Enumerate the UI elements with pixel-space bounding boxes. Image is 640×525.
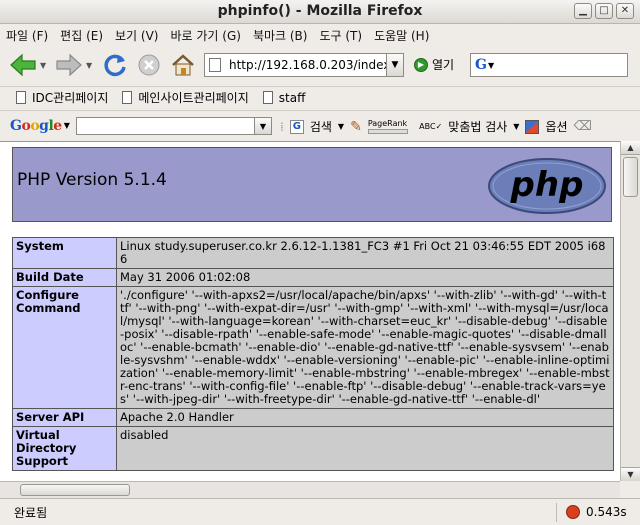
url-input[interactable] [229,58,389,72]
highlight-icon[interactable]: ✎ [350,119,362,135]
table-row: System Linux study.superuser.co.kr 2.6.1… [12,237,614,269]
pagerank-indicator: PageRank [367,119,413,134]
navigation-toolbar: ▼ ▼ ▼ ▶ 열기 G ▼ [0,46,640,84]
options-icon [525,119,540,134]
go-arrow-icon: ▶ [414,57,428,72]
pagerank-bar [367,128,408,134]
bookmark-page-icon [122,91,133,104]
firebug-icon[interactable] [566,505,580,519]
menu-file[interactable]: 파일 (F) [6,27,48,44]
page-content[interactable]: PHP Version 5.1.4 php System Linux study… [0,141,620,498]
maximize-button[interactable]: □ [595,3,613,19]
search-options-dropdown-icon[interactable]: ▼ [338,122,344,131]
scroll-up-icon[interactable]: ▲ [621,141,640,155]
go-label: 열기 [432,58,455,72]
menu-help[interactable]: 도움말 (H) [374,27,429,44]
spellcheck-icon: ABC✓ [419,122,443,131]
page-load-time: 0.543s [586,505,627,519]
bookmark-item[interactable]: staff [262,91,305,105]
reload-icon [104,54,126,77]
url-dropdown-button[interactable]: ▼ [386,53,404,77]
info-value: './configure' '--with-apxs2=/usr/local/a… [116,286,614,409]
menu-tools[interactable]: 도구 (T) [319,27,362,44]
info-key: Server API [12,408,117,427]
vertical-scrollbar[interactable]: ▲ ▼ [620,141,640,481]
php-logo: php [488,158,606,214]
go-button[interactable]: ▶ 열기 [414,56,454,73]
vertical-scroll-thumb[interactable] [623,157,638,197]
google-search-input[interactable] [76,117,272,135]
info-key: Virtual Directory Support [12,426,117,471]
table-row: Configure Command './configure' '--with-… [12,286,614,409]
info-key: Configure Command [12,286,117,409]
google-toolbar: Google ▼ ▼ ⁞ G 검색 ▼ ✎ PageRank ABC✓ 맞춤법 … [0,110,640,140]
url-bar[interactable] [204,53,404,77]
page-document-icon [209,58,221,72]
status-bar: 완료됨 0.543s [0,498,640,525]
info-value: Linux study.superuser.co.kr 2.6.12-1.138… [116,237,614,269]
toolbar-grip-icon: ⁞ [280,119,284,134]
google-tools: ⁞ G 검색 ▼ ✎ PageRank ABC✓ 맞춤법 검사 ▼ 옵션 ⌫ [280,118,598,135]
search-engine-icon[interactable]: G [475,57,487,73]
php-info-table: System Linux study.superuser.co.kr 2.6.1… [12,237,614,471]
php-version-header: PHP Version 5.1.4 php [12,147,612,222]
menu-edit[interactable]: 편집 (E) [60,27,103,44]
scrollbar-corner [620,481,640,498]
back-arrow-icon [10,53,36,77]
home-icon [172,54,194,76]
scroll-down-icon[interactable]: ▼ [621,467,640,481]
window-title: phpinfo() - Mozilla Firefox [217,3,423,19]
bookmark-item[interactable]: 메인사이트관리페이지 [122,89,249,106]
back-button[interactable] [6,49,40,81]
info-value: Apache 2.0 Handler [116,408,614,427]
bookmark-item[interactable]: IDC관리페이지 [16,89,108,106]
spellcheck-dropdown-icon[interactable]: ▼ [513,122,519,131]
bookmark-page-icon [16,91,26,104]
google-logo[interactable]: Google [10,118,62,134]
google-search-icon[interactable]: G [289,119,304,134]
search-bar[interactable]: G ▼ [470,53,628,77]
status-extension[interactable]: 0.543s [566,505,627,519]
status-text: 완료됨 [14,505,48,520]
google-search-dropdown-button[interactable]: ▼ [254,117,272,135]
search-engine-dropdown-icon[interactable]: ▼ [488,61,494,70]
options-button[interactable]: 옵션 [545,118,567,135]
menu-bookmarks[interactable]: 북마크 (B) [253,27,308,44]
home-button[interactable] [166,49,200,81]
forward-arrow-icon [56,53,82,77]
menu-bar: 파일 (F) 편집 (E) 보기 (V) 바로 가기 (G) 북마크 (B) 도… [0,24,640,46]
forward-button[interactable] [52,49,86,81]
horizontal-scroll-thumb[interactable] [20,484,130,496]
horizontal-scrollbar[interactable] [0,481,620,498]
google-menu-dropdown-icon[interactable]: ▼ [64,121,70,130]
info-value: disabled [116,426,614,471]
menu-go[interactable]: 바로 가기 (G) [170,27,240,44]
window-controls: ▁ □ ✕ [574,3,634,19]
google-search-button[interactable]: 검색 [310,118,332,135]
spellcheck-button[interactable]: 맞춤법 검사 [448,118,507,135]
php-version-title: PHP Version 5.1.4 [17,170,167,190]
table-row: Build Date May 31 2006 01:02:08 [12,268,614,287]
stop-icon [138,54,160,76]
close-button[interactable]: ✕ [616,3,634,19]
php-logo-text: php [510,165,584,205]
forward-history-dropdown-icon[interactable]: ▼ [86,61,94,70]
title-bar: phpinfo() - Mozilla Firefox ▁ □ ✕ [0,0,640,24]
table-row: Virtual Directory Support disabled [12,426,614,471]
bookmarks-toolbar: IDC관리페이지 메인사이트관리페이지 staff [0,86,640,108]
stop-button[interactable] [132,49,166,81]
reload-button[interactable] [98,49,132,81]
minimize-button[interactable]: ▁ [574,3,592,19]
back-history-dropdown-icon[interactable]: ▼ [40,61,48,70]
table-row: Server API Apache 2.0 Handler [12,408,614,427]
eraser-icon[interactable]: ⌫ [574,119,592,134]
status-separator [556,503,557,522]
info-key: Build Date [12,268,117,287]
info-value: May 31 2006 01:02:08 [116,268,614,287]
bookmark-page-icon [262,91,273,104]
menu-view[interactable]: 보기 (V) [115,27,158,44]
info-key: System [12,237,117,269]
